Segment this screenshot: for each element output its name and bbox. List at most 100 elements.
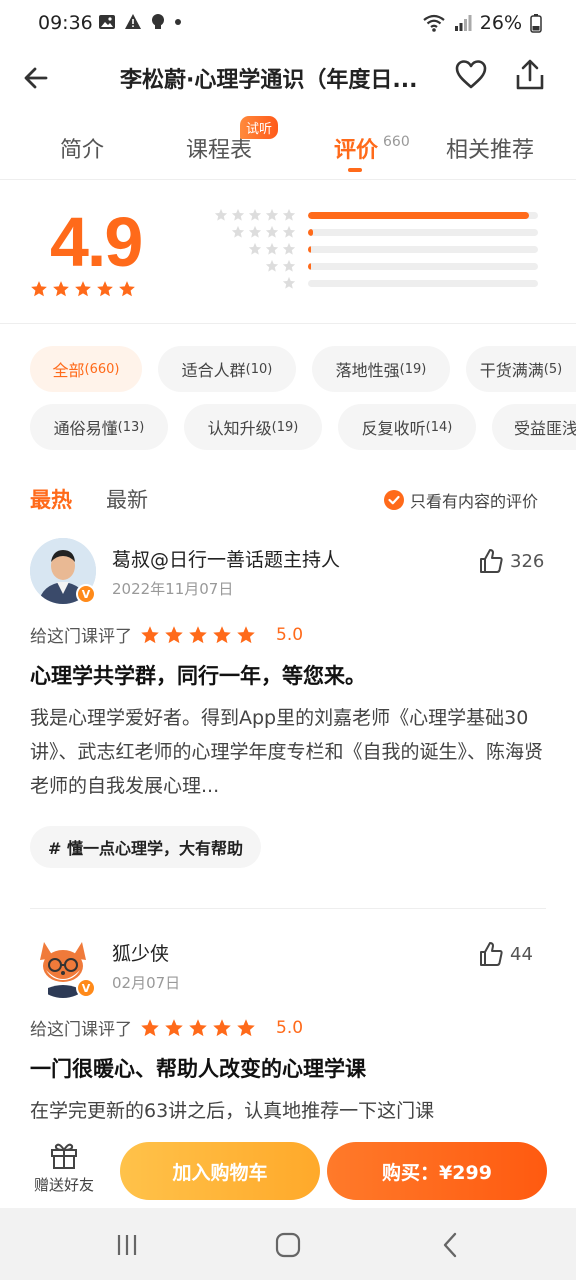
distribution-bar-fill (308, 262, 311, 270)
star-icon (265, 259, 279, 272)
heart-icon (455, 60, 487, 89)
star-icon (282, 276, 296, 289)
star-icon (189, 625, 207, 643)
star-icon (248, 225, 262, 238)
star-icon (237, 625, 255, 643)
recents-icon[interactable] (114, 1232, 140, 1258)
chip-count: (5) (543, 361, 563, 377)
overall-score: 4.9 (50, 203, 143, 281)
status-notification-icons (98, 13, 182, 31)
filter-chip[interactable]: 通俗易懂 (13) (30, 404, 168, 450)
star-icon (265, 208, 279, 221)
review-body[interactable]: 我是心理学爱好者。得到App里的刘嘉老师《心理学基础30讲》、武志红老师的心理学… (30, 701, 550, 803)
status-bar: 09:36 26% (0, 0, 576, 48)
distribution-bar-track (308, 228, 538, 236)
like-count: 326 (510, 550, 545, 572)
distribution-row (196, 224, 538, 240)
chip-label: 全部 (52, 361, 85, 380)
verified-badge: V (76, 584, 96, 604)
sort-hot[interactable]: 最热 (30, 484, 72, 514)
battery-percent: 26% (479, 12, 522, 34)
star-icon (165, 625, 183, 643)
star-icon (53, 281, 69, 297)
chip-count: (19) (271, 419, 299, 435)
chip-label: 受益匪浅 (514, 419, 576, 438)
review-body[interactable]: 在学完更新的63讲之后，认真地推荐一下这门课 (30, 1094, 550, 1134)
star-icon (119, 281, 135, 297)
star-icon (248, 208, 262, 221)
star-icon (213, 1018, 231, 1036)
review-title[interactable]: 一门很暖心、帮助人改变的心理学课 (30, 1053, 366, 1083)
distribution-row (196, 258, 538, 274)
tab-bar: 简介 课程表 评价 660 相关推荐 (0, 118, 576, 180)
star-icon (213, 625, 231, 643)
back-nav-icon[interactable] (438, 1232, 464, 1258)
reviewer-name[interactable]: 狐少侠 (112, 939, 169, 966)
chip-count: (10) (245, 361, 273, 377)
distribution-bar-fill (308, 228, 313, 236)
chip-count: (14) (425, 419, 453, 435)
tab-reviews[interactable]: 评价 (334, 132, 378, 164)
filter-chip[interactable]: 适合人群 (10) (158, 346, 296, 392)
signal-icon (454, 15, 472, 31)
star-icon (282, 208, 296, 221)
rating-value: 5.0 (276, 624, 304, 645)
rate-label: 给这门课评了 (30, 627, 132, 647)
only-content-label: 只看有内容的评价 (410, 492, 539, 511)
rating-value: 5.0 (276, 1017, 304, 1038)
like-count: 44 (510, 943, 533, 965)
rate-label: 给这门课评了 (30, 1020, 132, 1040)
tab-recommend[interactable]: 相关推荐 (446, 132, 534, 164)
tab-intro[interactable]: 简介 (60, 132, 104, 164)
chip-label: 干货满满 (479, 361, 544, 380)
bottom-action-bar: 赠送好友 加入购物车 购买：¥299 (0, 1136, 576, 1208)
gift-button[interactable]: 赠送好友 (28, 1140, 100, 1195)
chip-label: 认知升级 (207, 419, 272, 438)
filter-chip-all[interactable]: 全部 (660) (30, 346, 142, 392)
bulb-icon (152, 14, 164, 29)
filter-chip[interactable]: 反复收听 (14) (338, 404, 476, 450)
review-title[interactable]: 心理学共学群，同行一年，等您来。 (30, 660, 366, 690)
arrow-left-icon (24, 67, 48, 89)
star-icon (282, 242, 296, 255)
like-button[interactable]: 326 (478, 548, 544, 574)
distribution-row (196, 241, 538, 257)
back-button[interactable] (18, 60, 54, 96)
gift-label: 赠送好友 (33, 1176, 94, 1194)
chip-label: 适合人群 (181, 361, 246, 380)
dot-icon (175, 19, 181, 25)
status-system-icons: 26% (422, 12, 542, 34)
filter-chip[interactable]: 认知升级 (19) (184, 404, 322, 450)
gift-icon (51, 1143, 77, 1169)
star-icon (165, 1018, 183, 1036)
warning-icon (125, 14, 141, 29)
add-to-cart-button[interactable]: 加入购物车 (120, 1142, 320, 1200)
section-divider (0, 323, 576, 324)
only-content-toggle[interactable]: 只看有内容的评价 (384, 488, 538, 512)
review-rating: 给这门课评了 5.0 (30, 622, 304, 648)
filter-chip[interactable]: 受益匪浅 (492, 404, 576, 450)
distribution-row (196, 275, 538, 291)
star-icon (141, 625, 159, 643)
buy-button[interactable]: 购买：¥299 (327, 1142, 547, 1200)
review-tag[interactable]: # 懂一点心理学，大有帮助 (30, 826, 261, 868)
sort-new[interactable]: 最新 (106, 484, 148, 514)
distribution-bar-track (308, 279, 538, 287)
filter-chip[interactable]: 干货满满 (5) (466, 346, 576, 392)
share-button[interactable] (514, 58, 550, 94)
review-divider (30, 908, 546, 909)
review-stars (140, 1018, 256, 1038)
favorite-button[interactable] (454, 58, 490, 94)
star-icon (214, 208, 228, 221)
overall-stars (30, 280, 136, 298)
star-icon (282, 259, 296, 272)
star-icon (141, 1018, 159, 1036)
filter-chip[interactable]: 落地性强 (19) (312, 346, 450, 392)
distribution-stars (196, 242, 296, 256)
star-icon (189, 1018, 207, 1036)
check-circle-icon (384, 490, 404, 510)
home-icon[interactable] (275, 1232, 301, 1258)
like-button[interactable]: 44 (478, 941, 533, 967)
status-time: 09:36 (38, 12, 93, 34)
reviewer-name[interactable]: 葛叔@日行一善话题主持人 (112, 545, 340, 572)
